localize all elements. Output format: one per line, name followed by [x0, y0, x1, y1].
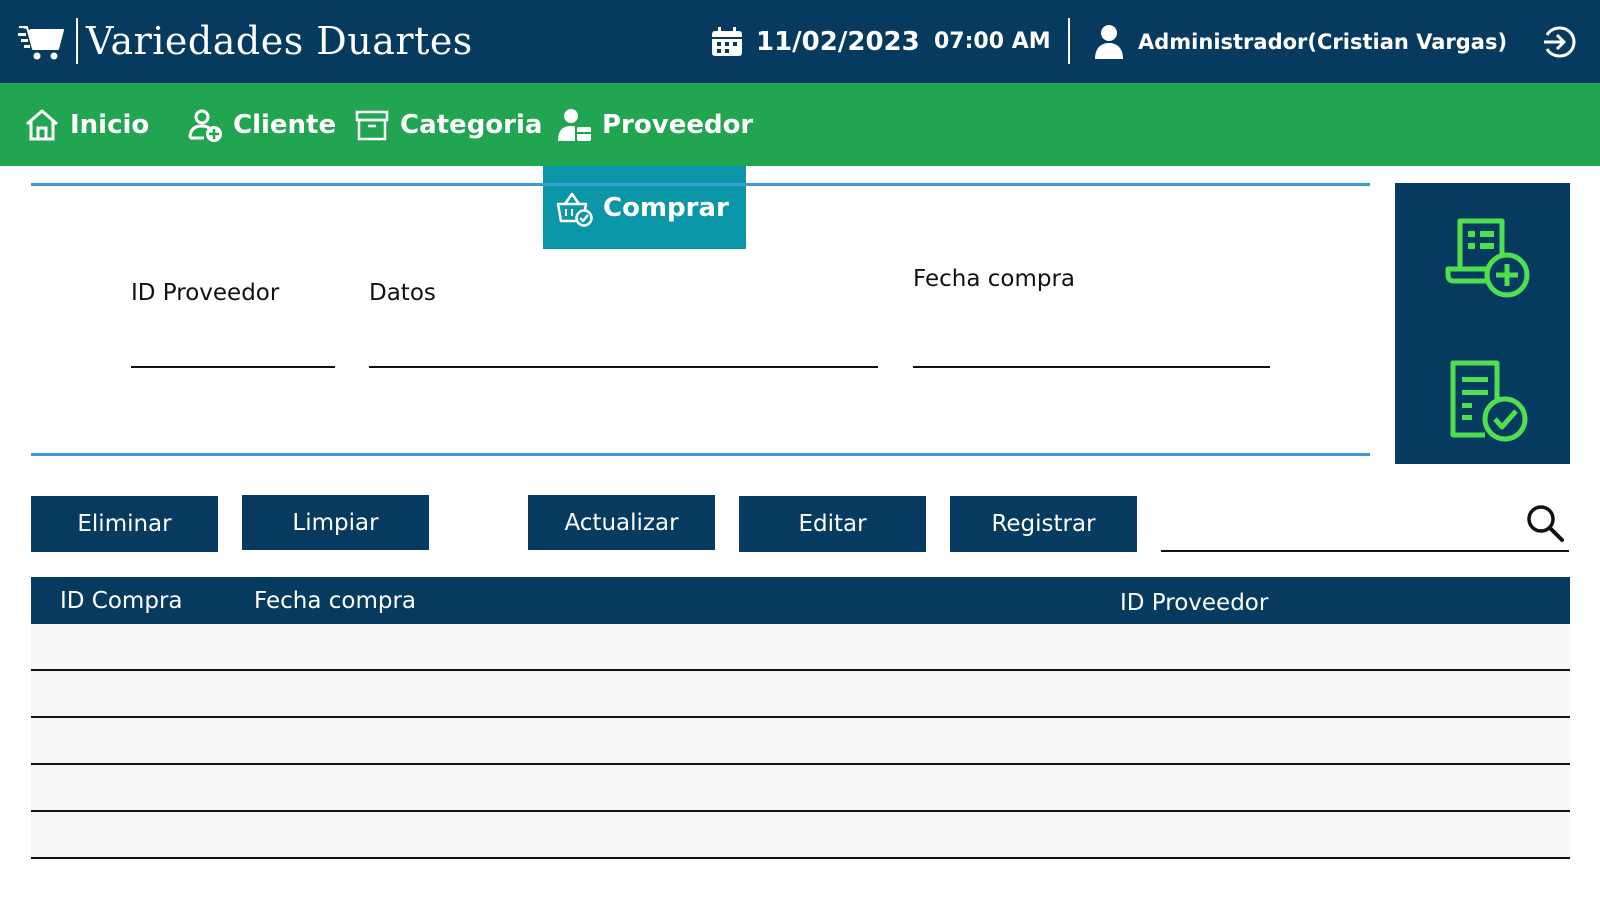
id-proveedor-input[interactable] [131, 334, 335, 368]
limpiar-button[interactable]: Limpiar [242, 495, 429, 550]
tab-comprar-label: Comprar [603, 192, 729, 223]
side-action-panel [1395, 183, 1570, 464]
invoice-check-icon[interactable] [1443, 357, 1533, 447]
user-name: Administrador(Cristian Vargas) [1138, 30, 1508, 54]
tab-comprar[interactable]: Comprar [543, 166, 746, 249]
brand-divider [76, 18, 78, 64]
invoice-add-icon[interactable] [1443, 215, 1533, 305]
current-time: 07:00 AM [934, 29, 1051, 54]
fecha-compra-input[interactable] [913, 334, 1270, 368]
column-header-id-compra[interactable]: ID Compra [60, 577, 183, 624]
table-header: ID Compra Fecha compra ID Proveedor [31, 577, 1570, 624]
registrar-button[interactable]: Registrar [950, 496, 1137, 552]
actualizar-button[interactable]: Actualizar [528, 495, 715, 550]
search-icon[interactable] [1525, 503, 1565, 543]
table-row[interactable] [31, 624, 1570, 671]
app-title: Variedades Duartes [86, 19, 473, 63]
datos-label: Datos [369, 280, 436, 306]
table-row[interactable] [31, 765, 1570, 812]
nav-item-label: Cliente [233, 109, 337, 140]
archive-box-icon [355, 110, 389, 140]
table-row[interactable] [31, 718, 1570, 765]
user-icon [1095, 25, 1123, 59]
current-date: 11/02/2023 [756, 27, 920, 57]
editar-button[interactable]: Editar [739, 496, 926, 552]
nav-item-label: Inicio [70, 109, 150, 140]
table-row[interactable] [31, 671, 1570, 718]
column-header-fecha-compra[interactable]: Fecha compra [254, 577, 416, 624]
supplier-icon [558, 108, 591, 141]
nav-item-proveedor[interactable]: Proveedor [556, 83, 753, 166]
form-top-rule [31, 183, 1370, 186]
top-header: Variedades Duartes 11/02/2023 07:00 AM A… [0, 0, 1600, 83]
fecha-compra-label: Fecha compra [913, 266, 1076, 292]
table-row[interactable] [31, 812, 1570, 859]
shopping-cart-icon [18, 26, 64, 60]
search-input[interactable] [1161, 506, 1569, 552]
basket-check-icon [556, 192, 593, 227]
nav-item-label: Proveedor [602, 109, 754, 140]
nav-item-label: Categoria [400, 109, 543, 140]
eliminar-button[interactable]: Eliminar [31, 496, 218, 552]
column-header-id-proveedor[interactable]: ID Proveedor [1120, 579, 1268, 626]
main-nav: Inicio Cliente Categoria Proveedor [0, 83, 1600, 166]
logout-icon[interactable] [1540, 24, 1576, 60]
datos-input[interactable] [369, 334, 878, 368]
nav-item-categoria[interactable]: Categoria [354, 83, 542, 166]
user-add-icon [188, 109, 222, 142]
home-icon [26, 109, 58, 140]
calendar-icon [712, 27, 742, 56]
id-proveedor-label: ID Proveedor [131, 280, 280, 306]
nav-item-inicio[interactable]: Inicio [24, 83, 149, 166]
header-divider [1068, 18, 1070, 64]
nav-item-cliente[interactable]: Cliente [187, 83, 336, 166]
form-bottom-rule [31, 453, 1370, 456]
